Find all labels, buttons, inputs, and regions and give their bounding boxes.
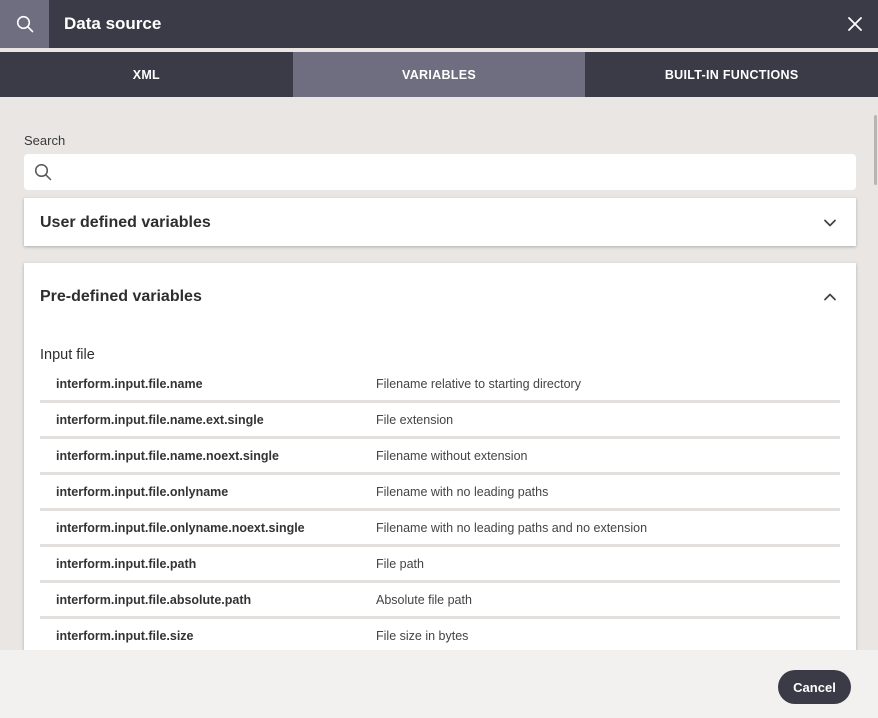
search-input[interactable]	[64, 154, 844, 190]
scrollbar-thumb[interactable]	[874, 115, 877, 185]
panel-title: Pre-defined variables	[40, 288, 202, 305]
tab-bar: XML VARIABLES BUILT-IN FUNCTIONS	[0, 52, 878, 97]
variable-name: interform.input.file.name	[56, 377, 203, 391]
panel-title: User defined variables	[40, 214, 211, 231]
search-icon	[34, 163, 52, 181]
close-button[interactable]	[844, 13, 866, 35]
scrollbar[interactable]	[874, 97, 878, 650]
variable-description: File size in bytes	[376, 629, 469, 643]
variable-name: interform.input.file.onlyname	[56, 485, 229, 499]
search-icon	[16, 15, 33, 33]
tab-variables[interactable]: VARIABLES	[292, 52, 586, 97]
pre-defined-variables-panel: Pre-defined variables Input file interfo…	[24, 263, 856, 650]
section-title: Input file	[40, 347, 95, 363]
variable-row[interactable]: interform.input.file.onlyname Filename w…	[40, 475, 840, 511]
variable-row[interactable]: interform.input.file.absolute.path Absol…	[40, 583, 840, 619]
variable-name: interform.input.file.absolute.path	[56, 593, 252, 607]
variable-description: File extension	[376, 413, 454, 427]
variable-row[interactable]: interform.input.file.name Filename relat…	[40, 367, 840, 403]
variable-name: interform.input.file.size	[56, 629, 194, 643]
chevron-up-icon[interactable]	[822, 289, 838, 305]
dialog-title: Data source	[64, 14, 162, 33]
content-area: Search User defined variables Pre-define…	[0, 97, 878, 650]
variable-row[interactable]: interform.input.file.size File size in b…	[40, 619, 840, 650]
variable-name: interform.input.file.path	[56, 557, 197, 571]
header-search-button[interactable]	[0, 0, 49, 48]
variable-description: File path	[376, 557, 424, 571]
user-defined-variables-panel[interactable]: User defined variables	[24, 198, 856, 246]
variable-description: Filename with no leading paths	[376, 485, 549, 499]
dialog-footer: Cancel	[0, 650, 878, 718]
tab-built-in-functions[interactable]: BUILT-IN FUNCTIONS	[585, 52, 878, 97]
search-box	[24, 154, 856, 190]
variable-row[interactable]: interform.input.file.name.noext.single F…	[40, 439, 840, 475]
cancel-button[interactable]: Cancel	[778, 670, 851, 704]
variable-description: Filename without extension	[376, 449, 528, 463]
close-icon	[848, 17, 862, 31]
variable-name: interform.input.file.name.noext.single	[56, 449, 279, 463]
variable-row[interactable]: interform.input.file.path File path	[40, 547, 840, 583]
variable-row[interactable]: interform.input.file.onlyname.noext.sing…	[40, 511, 840, 547]
chevron-down-icon[interactable]	[822, 215, 838, 231]
tab-xml[interactable]: XML	[0, 52, 293, 97]
search-label: Search	[24, 133, 66, 148]
variable-description: Filename with no leading paths and no ex…	[376, 521, 648, 535]
variable-name: interform.input.file.name.ext.single	[56, 413, 264, 427]
dialog-header: Data source	[0, 0, 878, 48]
variable-name: interform.input.file.onlyname.noext.sing…	[56, 521, 305, 535]
variable-list: interform.input.file.name Filename relat…	[40, 367, 840, 650]
variable-description: Filename relative to starting directory	[376, 377, 581, 391]
variable-row[interactable]: interform.input.file.name.ext.single Fil…	[40, 403, 840, 439]
variable-description: Absolute file path	[376, 593, 472, 607]
